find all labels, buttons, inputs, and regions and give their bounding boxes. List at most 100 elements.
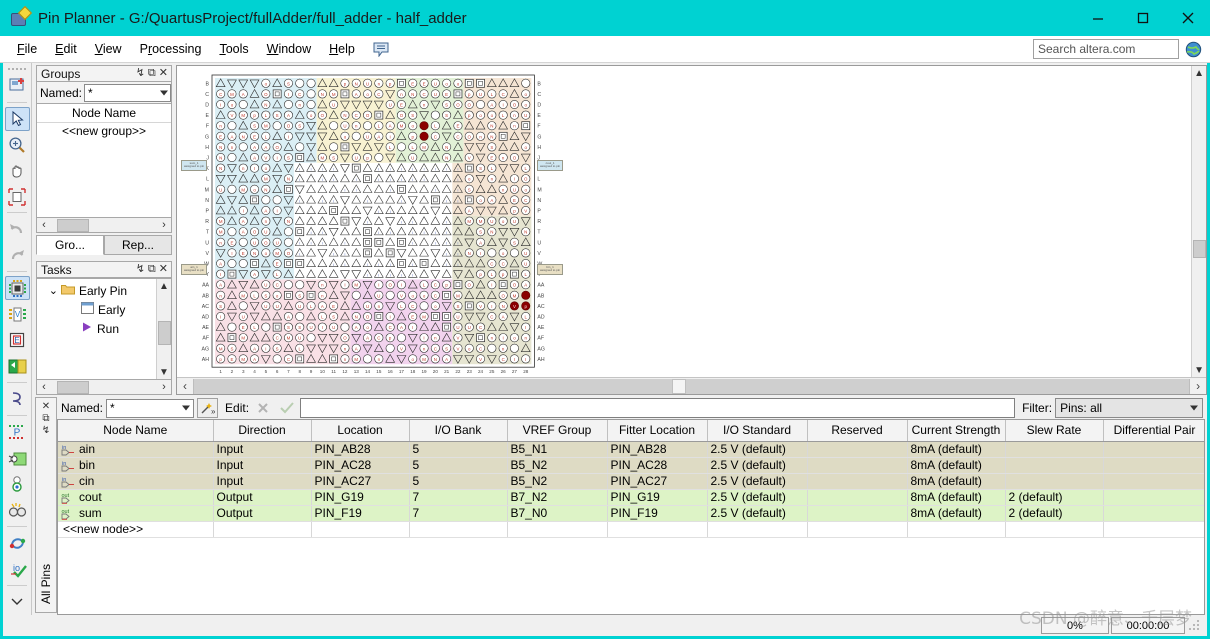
tasks-hscrollbar[interactable]: ‹ ›: [36, 380, 172, 395]
cell-vref-group[interactable]: B5_N1: [507, 441, 608, 458]
menu-window[interactable]: Window: [258, 39, 320, 59]
device-scroll-track-h[interactable]: [193, 378, 1191, 394]
package-top-view-icon[interactable]: [4, 276, 30, 301]
groups-hscrollbar[interactable]: ‹ ›: [36, 218, 172, 233]
device-scroll-left-icon[interactable]: ‹: [177, 379, 193, 393]
cell-reserved[interactable]: [807, 457, 908, 474]
cell-io-standard[interactable]: 2.5 V (default): [707, 473, 808, 490]
pin-table-scroll[interactable]: Node Name Direction Location I/O Bank VR…: [57, 419, 1206, 615]
cell-reserved[interactable]: [807, 441, 908, 458]
table-row[interactable]: out sum Output PIN_F19 7 B7_N0 PIN_F19 2…: [58, 505, 1205, 522]
hand-pan-icon[interactable]: [5, 159, 30, 183]
tab-report[interactable]: Rep...: [104, 235, 172, 255]
cell-io-bank[interactable]: 5: [409, 473, 508, 490]
maximize-button[interactable]: [1120, 0, 1165, 36]
all-pins-close-icon[interactable]: ✕: [42, 401, 50, 413]
col-current-strength[interactable]: Current Strength: [907, 420, 1006, 442]
pad-view-icon[interactable]: V: [5, 302, 30, 326]
cell-location[interactable]: PIN_AC27: [311, 473, 410, 490]
find-icon[interactable]: [5, 498, 30, 522]
interior-cells-icon[interactable]: E: [5, 328, 30, 352]
cell-direction[interactable]: Input: [213, 473, 312, 490]
tasks-scroll-thumb-h[interactable]: [57, 380, 89, 394]
tasks-scroll-track[interactable]: [157, 293, 171, 365]
table-row-new-node[interactable]: <<new node>>: [58, 521, 1205, 538]
groups-pin-icon[interactable]: ↯: [136, 68, 145, 79]
refresh-icon[interactable]: [5, 531, 30, 555]
undo-icon[interactable]: [5, 217, 30, 241]
col-reserved[interactable]: Reserved: [807, 420, 908, 442]
search-input[interactable]: [1033, 39, 1179, 59]
tasks-scroll-up-icon[interactable]: ▲: [159, 279, 169, 293]
cell-current-strength[interactable]: 8mA (default): [907, 441, 1006, 458]
cell-slew-rate[interactable]: 2 (default): [1005, 489, 1104, 506]
cell-differential-pair[interactable]: [1103, 505, 1205, 522]
device-scroll-track[interactable]: [1192, 80, 1206, 363]
tasks-close-icon[interactable]: ✕: [159, 264, 168, 275]
col-node-name[interactable]: Node Name: [58, 420, 214, 442]
selection-arrow-icon[interactable]: [4, 106, 30, 131]
cell-node-name[interactable]: in ain: [58, 441, 214, 458]
groups-listbox[interactable]: Node Name <<new group>>: [36, 103, 172, 218]
device-hscrollbar[interactable]: ‹ ›: [177, 377, 1207, 394]
close-button[interactable]: [1165, 0, 1210, 36]
cell-reserved[interactable]: [807, 505, 908, 522]
col-differential-pair[interactable]: Differential Pair: [1103, 420, 1205, 442]
cell-direction[interactable]: Input: [213, 457, 312, 474]
new-pin-planner-icon[interactable]: [5, 74, 30, 98]
cell-fitter-location[interactable]: PIN_AB28: [607, 441, 708, 458]
resource-icon[interactable]: [5, 354, 30, 378]
cancel-x-icon[interactable]: [252, 398, 273, 418]
cell-slew-rate[interactable]: [1005, 457, 1104, 474]
pin-filter-combo[interactable]: Pins: all: [1055, 398, 1204, 418]
cell-current-strength[interactable]: 8mA (default): [907, 473, 1006, 490]
col-slew-rate[interactable]: Slew Rate: [1005, 420, 1104, 442]
device-vscrollbar[interactable]: ▲ ▼: [1191, 66, 1207, 377]
zoom-icon[interactable]: [5, 133, 30, 157]
cell-current-strength[interactable]: 8mA (default): [907, 457, 1006, 474]
tasks-scroll-track-h[interactable]: [51, 380, 157, 394]
cell-differential-pair[interactable]: [1103, 473, 1205, 490]
groups-scroll-left-icon[interactable]: ‹: [37, 219, 51, 231]
cell-differential-pair[interactable]: [1103, 457, 1205, 474]
cell-io-bank[interactable]: 7: [409, 505, 508, 522]
io-bank-icon[interactable]: [5, 387, 30, 411]
cell-io-bank[interactable]: 5: [409, 457, 508, 474]
cell-differential-pair[interactable]: [1103, 489, 1205, 506]
cell-current-strength[interactable]: 8mA (default): [907, 505, 1006, 522]
device-scroll-down-icon[interactable]: ▼: [1194, 363, 1204, 377]
tasks-scroll-thumb[interactable]: [157, 321, 171, 345]
tasks-float-icon[interactable]: ⧉: [148, 264, 156, 275]
cell-io-bank[interactable]: 5: [409, 441, 508, 458]
device-package-view[interactable]: BBCCDDEEFFGGHHJJKKLLMMNNPPRRTTUUVVWWYYAA…: [177, 66, 1192, 377]
cell-fitter-location[interactable]: PIN_AC28: [607, 457, 708, 474]
groups-scroll-thumb[interactable]: [57, 218, 89, 232]
toolbar-grip[interactable]: [7, 65, 27, 73]
fit-in-window-icon[interactable]: [5, 185, 30, 209]
tasks-tree[interactable]: ⌄ Early Pin Early Run ▲ ▼: [36, 278, 172, 380]
cell-fitter-location[interactable]: PIN_AC27: [607, 473, 708, 490]
cell-location[interactable]: PIN_G19: [311, 489, 410, 506]
cell-new-node[interactable]: <<new node>>: [58, 521, 214, 538]
cell-slew-rate[interactable]: 2 (default): [1005, 505, 1104, 522]
groups-scroll-right-icon[interactable]: ›: [157, 219, 171, 231]
cell-current-strength[interactable]: 8mA (default): [907, 489, 1006, 506]
table-row[interactable]: in cin Input PIN_AC27 5 B5_N2 PIN_AC27 2…: [58, 473, 1205, 490]
all-pins-tab-label[interactable]: All Pins: [39, 564, 53, 604]
task-item-run-io-assignment-analysis[interactable]: Run: [37, 319, 156, 338]
task-item-early-pin-planning[interactable]: ⌄ Early Pin: [37, 281, 156, 300]
cell-vref-group[interactable]: B5_N2: [507, 457, 608, 474]
cell-io-bank[interactable]: 7: [409, 489, 508, 506]
col-vref-group[interactable]: VREF Group: [507, 420, 608, 442]
wand-icon[interactable]: »: [197, 398, 219, 418]
pin-named-combo[interactable]: *: [106, 398, 195, 418]
cell-vref-group[interactable]: B5_N2: [507, 473, 608, 490]
cell-io-standard[interactable]: 2.5 V (default): [707, 505, 808, 522]
pin-grid[interactable]: BBCCDDEEFFGGHHJJKKLLMMNNPPRRTTUUVVWWYYAA…: [177, 66, 1177, 376]
cell-current-strength[interactable]: [907, 521, 1006, 538]
all-pins-float-icon[interactable]: ⧉: [42, 413, 49, 425]
tasks-scroll-left-icon[interactable]: ‹: [37, 381, 51, 393]
cell-location[interactable]: PIN_F19: [311, 505, 410, 522]
cell-io-standard[interactable]: 2.5 V (default): [707, 457, 808, 474]
tab-groups[interactable]: Gro...: [36, 235, 104, 255]
